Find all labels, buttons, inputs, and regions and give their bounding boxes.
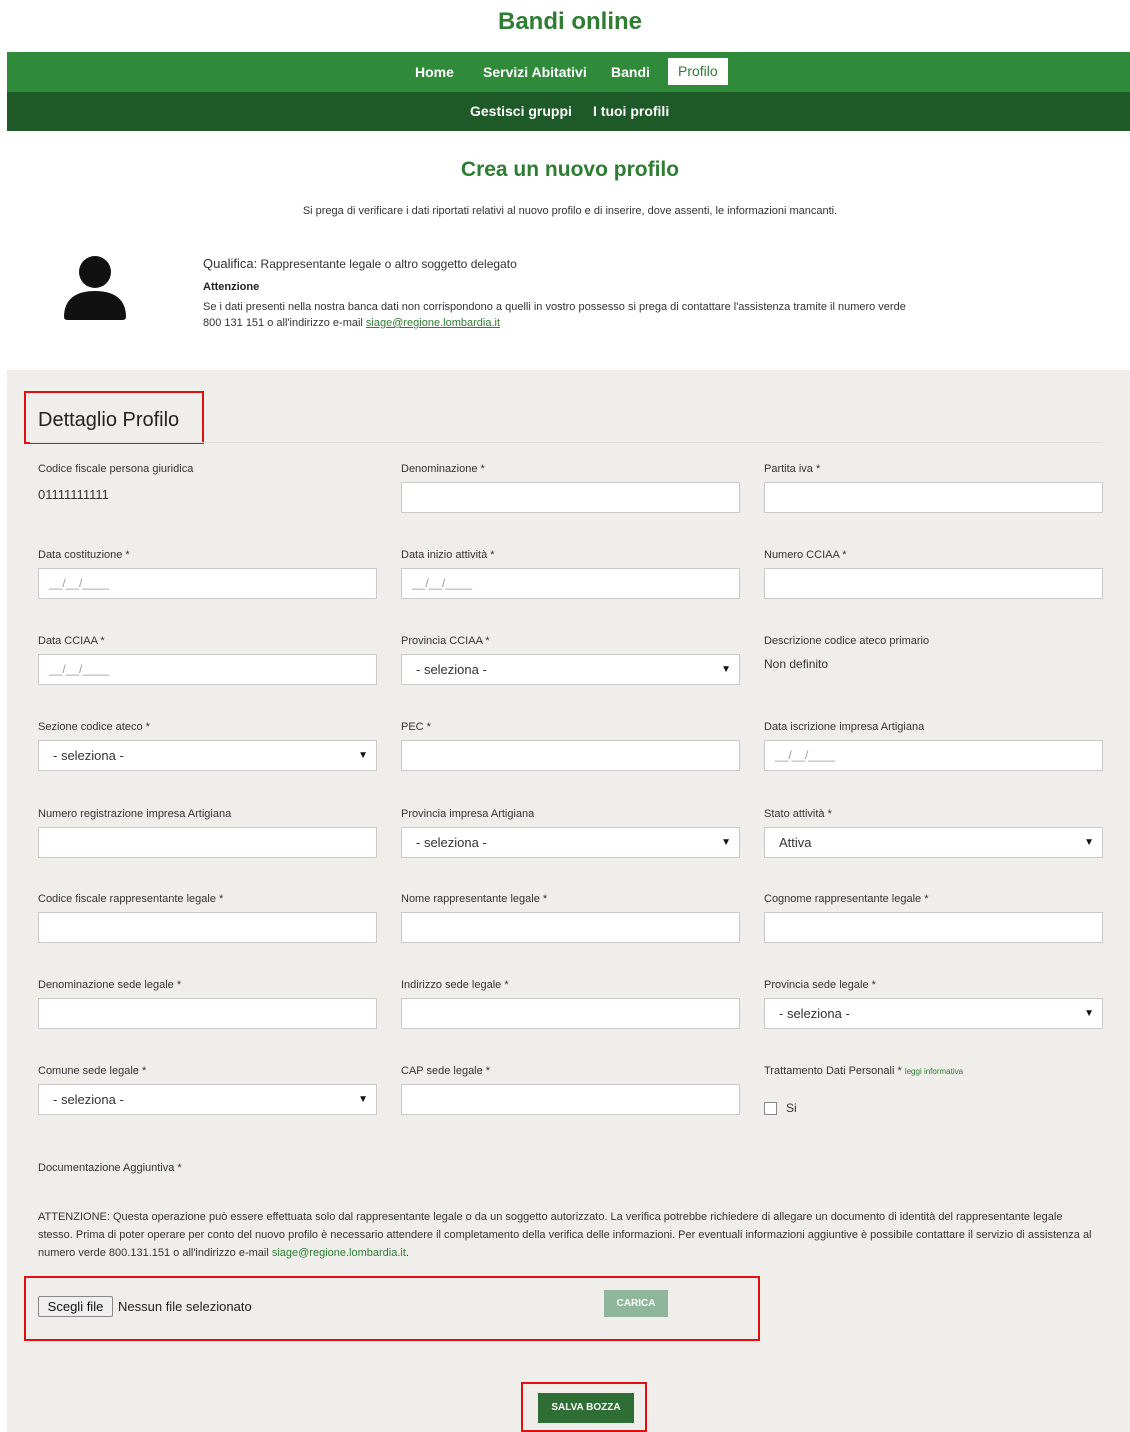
nome-rappresentante-input[interactable]: [401, 912, 740, 943]
notice-email-link[interactable]: siage@regione.lombardia.it: [272, 1247, 406, 1259]
numero-reg-artigiana-input[interactable]: [38, 827, 377, 858]
label-pec: PEC *: [401, 721, 431, 733]
provincia-artigiana-select[interactable]: - seleziona - ▼: [401, 827, 740, 858]
indirizzo-sede-input[interactable]: [401, 998, 740, 1029]
cognome-rappresentante-input[interactable]: [764, 912, 1103, 943]
secondary-nav: Gestisci gruppi I tuoi profili: [7, 92, 1130, 131]
primary-nav: Home Servizi Abitativi Bandi Profilo: [7, 52, 1130, 92]
data-iscrizione-artigiana-input[interactable]: __/__/____: [764, 740, 1103, 771]
dropdown-arrow-icon: ▼: [358, 750, 368, 761]
dropdown-arrow-icon: ▼: [1084, 1008, 1094, 1019]
label-codice-fiscale-pg: Codice fiscale persona giuridica: [38, 463, 194, 475]
label-partita-iva: Partita iva *: [764, 463, 821, 475]
dropdown-arrow-icon: ▼: [358, 1094, 368, 1105]
leggi-informativa-link[interactable]: leggi informativa: [905, 1067, 963, 1076]
denominazione-input[interactable]: [401, 482, 740, 513]
trattamento-dati-checkbox[interactable]: [764, 1102, 777, 1115]
notice-end: .: [405, 1247, 409, 1259]
stato-attivita-select[interactable]: Attiva ▼: [764, 827, 1103, 858]
nav-bandi[interactable]: Bandi: [611, 52, 650, 92]
dropdown-arrow-icon: ▼: [721, 837, 731, 848]
sezione-ateco-select[interactable]: - seleziona - ▼: [38, 740, 377, 771]
trattamento-dati-label: Trattamento Dati Personali *: [764, 1065, 902, 1077]
numero-cciaa-input[interactable]: [764, 568, 1103, 599]
label-cognome-rappresentante: Cognome rappresentante legale *: [764, 893, 929, 905]
qualifica-label: Qualifica:: [203, 256, 258, 271]
denominazione-sede-input[interactable]: [38, 998, 377, 1029]
qualifica-value: Rappresentante legale o altro soggetto d…: [260, 257, 517, 271]
notice-text: ATTENZIONE: Questa operazione può essere…: [38, 1211, 1092, 1259]
label-provincia-artigiana: Provincia impresa Artigiana: [401, 808, 535, 820]
label-data-inizio-attivita: Data inizio attività *: [401, 549, 495, 561]
nav-gestisci-gruppi[interactable]: Gestisci gruppi: [470, 92, 572, 131]
label-descrizione-ateco: Descrizione codice ateco primario: [764, 635, 930, 647]
label-nome-rappresentante: Nome rappresentante legale *: [401, 893, 548, 905]
attention-body: Se i dati presenti nella nostra banca da…: [203, 301, 906, 329]
nav-tuoi-profili[interactable]: I tuoi profili: [593, 92, 669, 131]
provincia-cciaa-selected: - seleziona -: [416, 662, 487, 677]
label-denominazione-sede: Denominazione sede legale *: [38, 979, 182, 991]
pec-input[interactable]: [401, 740, 740, 771]
stato-attivita-selected: Attiva: [779, 835, 812, 850]
label-numero-cciaa: Numero CCIAA *: [764, 549, 847, 561]
data-cciaa-input[interactable]: __/__/____: [38, 654, 377, 685]
provincia-cciaa-select[interactable]: - seleziona - ▼: [401, 654, 740, 685]
choose-file-button[interactable]: Scegli file: [38, 1296, 113, 1317]
user-avatar-icon: [64, 256, 126, 320]
sezione-ateco-selected: - seleziona -: [53, 748, 124, 763]
label-indirizzo-sede: Indirizzo sede legale *: [401, 979, 509, 991]
label-data-costituzione: Data costituzione *: [38, 549, 130, 561]
value-descrizione-ateco: Non definito: [764, 657, 829, 671]
upload-button[interactable]: CARICA: [604, 1290, 668, 1317]
section-title: Dettaglio Profilo: [38, 409, 180, 431]
label-provincia-sede: Provincia sede legale *: [764, 979, 876, 991]
documentazione-label: Documentazione Aggiuntiva *: [38, 1162, 182, 1174]
label-cf-rappresentante: Codice fiscale rappresentante legale *: [38, 893, 224, 905]
attention-text: Se i dati presenti nella nostra banca da…: [203, 299, 923, 331]
cap-sede-input[interactable]: [401, 1084, 740, 1115]
provincia-sede-select[interactable]: - seleziona - ▼: [764, 998, 1103, 1029]
qualifica: Qualifica: Rappresentante legale o altro…: [203, 256, 517, 271]
label-denominazione: Denominazione *: [401, 463, 485, 475]
label-comune-sede: Comune sede legale *: [38, 1065, 147, 1077]
label-data-iscrizione-artigiana: Data iscrizione impresa Artigiana: [764, 721, 925, 733]
cf-rappresentante-input[interactable]: [38, 912, 377, 943]
attention-email-link[interactable]: siage@regione.lombardia.it: [366, 317, 500, 329]
label-numero-reg-artigiana: Numero registrazione impresa Artigiana: [38, 808, 232, 820]
label-provincia-cciaa: Provincia CCIAA *: [401, 635, 490, 647]
no-file-selected-text: Nessun file selezionato: [118, 1299, 252, 1314]
provincia-sede-selected: - seleziona -: [779, 1006, 850, 1021]
nav-home[interactable]: Home: [415, 52, 454, 92]
comune-sede-selected: - seleziona -: [53, 1092, 124, 1107]
data-inizio-attivita-input[interactable]: __/__/____: [401, 568, 740, 599]
label-stato-attivita: Stato attività *: [764, 808, 832, 820]
trattamento-dati-checkbox-label: Si: [786, 1101, 797, 1115]
partita-iva-input[interactable]: [764, 482, 1103, 513]
nav-servizi-abitativi[interactable]: Servizi Abitativi: [483, 52, 587, 92]
comune-sede-select[interactable]: - seleziona - ▼: [38, 1084, 377, 1115]
data-costituzione-input[interactable]: __/__/____: [38, 568, 377, 599]
save-draft-button[interactable]: SALVA BOZZA: [538, 1393, 634, 1423]
label-data-cciaa: Data CCIAA *: [38, 635, 105, 647]
provincia-artigiana-selected: - seleziona -: [416, 835, 487, 850]
documentation-notice: ATTENZIONE: Questa operazione può essere…: [38, 1208, 1098, 1262]
label-cap-sede: CAP sede legale *: [401, 1065, 491, 1077]
label-trattamento-dati: Trattamento Dati Personali * leggi infor…: [764, 1065, 963, 1077]
page-intro: Si prega di verificare i dati riportati …: [302, 205, 838, 217]
attention-title: Attenzione: [203, 281, 260, 293]
section-divider: [30, 442, 1103, 443]
dropdown-arrow-icon: ▼: [1084, 837, 1094, 848]
site-title: Bandi online: [498, 8, 642, 35]
nav-profilo[interactable]: Profilo: [668, 58, 728, 85]
dropdown-arrow-icon: ▼: [721, 664, 731, 675]
value-codice-fiscale-pg: 01111111111: [38, 487, 109, 502]
label-sezione-ateco: Sezione codice ateco *: [38, 721, 150, 733]
page-title: Crea un nuovo profilo: [460, 158, 680, 181]
